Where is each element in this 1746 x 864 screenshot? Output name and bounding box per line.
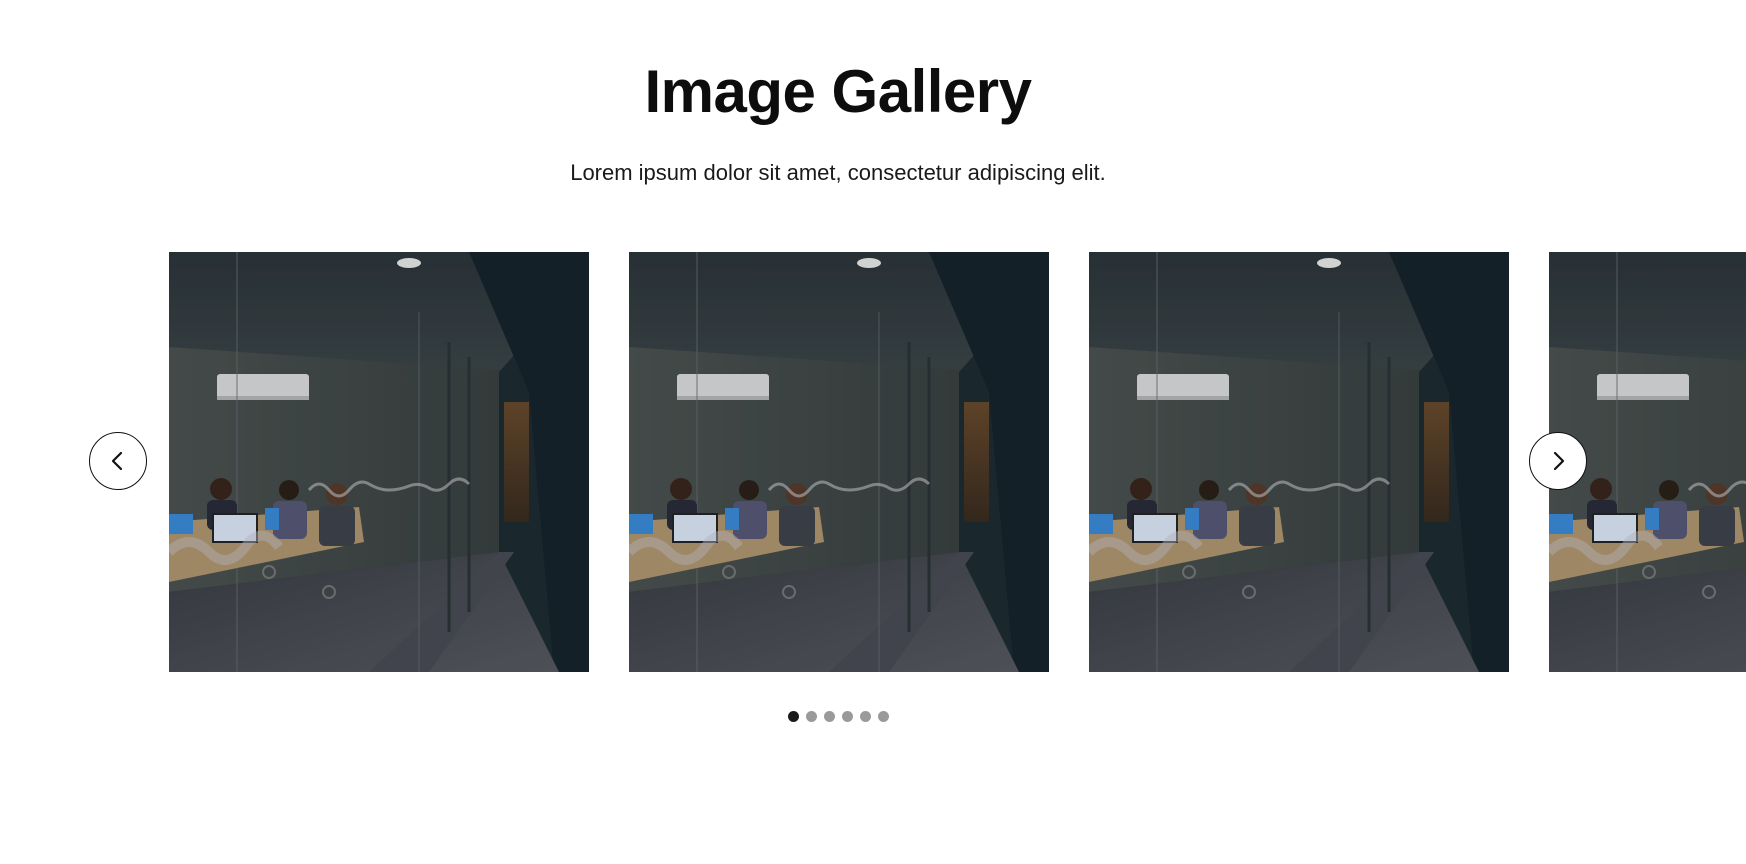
chevron-left-icon — [111, 451, 123, 471]
office-photo-image — [169, 252, 589, 672]
pagination-dot-4[interactable] — [841, 711, 853, 722]
pagination-dot-5[interactable] — [859, 711, 871, 722]
carousel-pagination — [0, 711, 1676, 722]
page-subtitle: Lorem ipsum dolor sit amet, consectetur … — [570, 160, 1106, 185]
gallery-slide-1[interactable] — [169, 252, 589, 672]
office-photo-image — [1089, 252, 1509, 672]
pagination-dot-6[interactable] — [877, 711, 889, 722]
image-gallery-section: Image Gallery Lorem ipsum dolor sit amet… — [0, 0, 1746, 864]
pagination-dot-1[interactable] — [787, 711, 799, 722]
carousel-track — [0, 252, 1746, 672]
gallery-slide-3[interactable] — [1089, 252, 1509, 672]
prev-slide-button[interactable] — [89, 432, 147, 490]
page-title: Image Gallery — [644, 58, 1032, 125]
next-slide-button[interactable] — [1529, 432, 1587, 490]
office-photo-image — [629, 252, 1049, 672]
pagination-dot-3[interactable] — [823, 711, 835, 722]
pagination-dot-2[interactable] — [805, 711, 817, 722]
chevron-right-icon — [1553, 451, 1565, 471]
gallery-slide-2[interactable] — [629, 252, 1049, 672]
